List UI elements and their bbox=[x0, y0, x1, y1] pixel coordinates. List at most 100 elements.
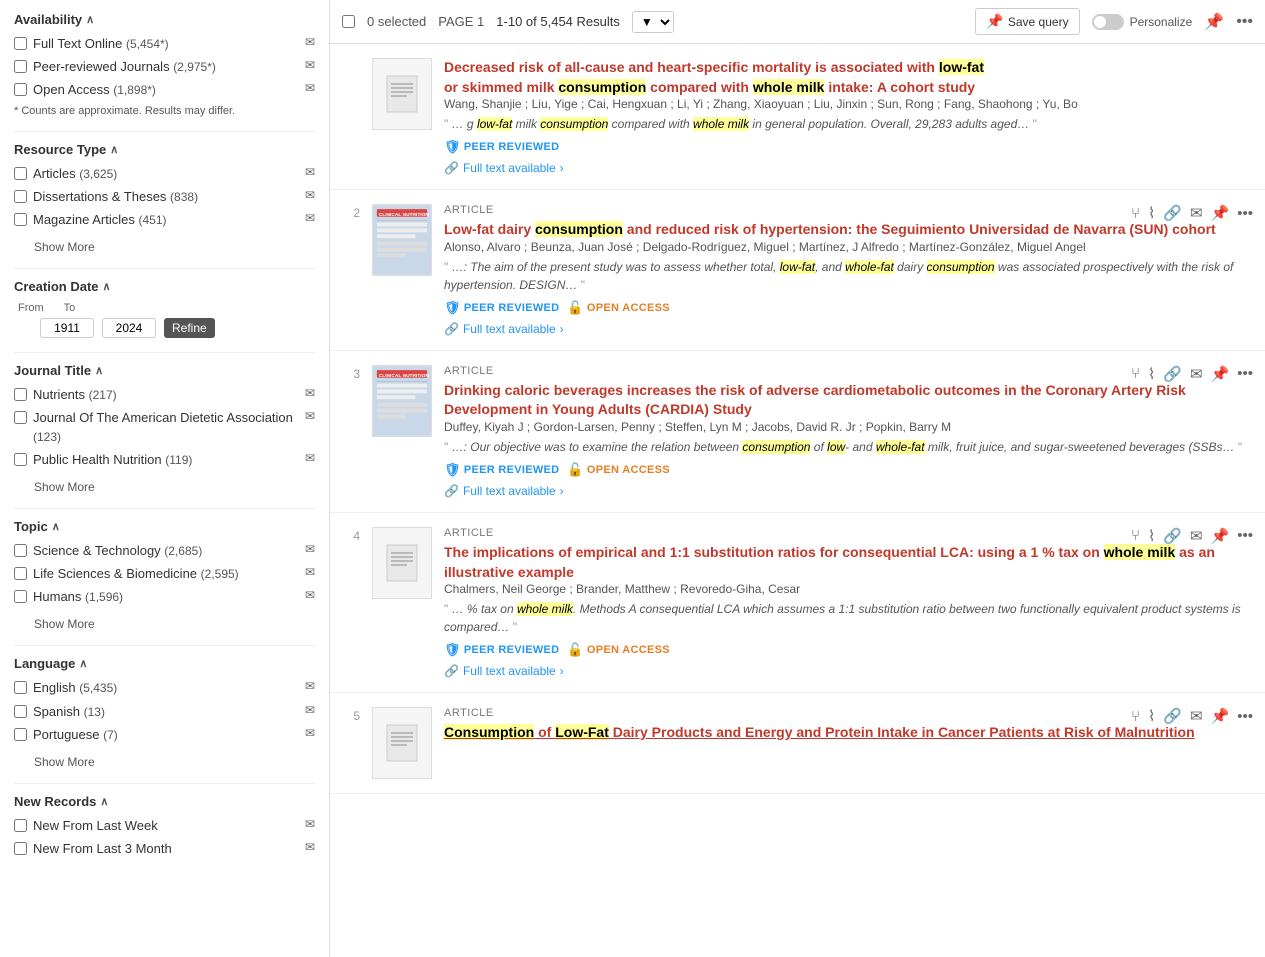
resource-type-show-more[interactable]: Show More bbox=[34, 240, 95, 254]
life-sciences-exclude-icon[interactable]: ✉ bbox=[305, 565, 315, 579]
magazine-articles-exclude-icon[interactable]: ✉ bbox=[305, 211, 315, 225]
link-copy-icon-2[interactable]: 🔗 bbox=[1163, 204, 1182, 222]
more-icon-5[interactable]: ••• bbox=[1237, 708, 1253, 725]
full-text-online-exclude-icon[interactable]: ✉ bbox=[305, 35, 315, 49]
save-icon-5[interactable]: 📌 bbox=[1211, 707, 1230, 725]
email-icon-5[interactable]: ✉ bbox=[1190, 707, 1203, 725]
availability-caret-icon[interactable]: ∧ bbox=[86, 13, 94, 26]
more-icon-2[interactable]: ••• bbox=[1237, 205, 1253, 222]
peer-reviewed-journals-exclude-icon[interactable]: ✉ bbox=[305, 58, 315, 72]
resource-type-caret-icon[interactable]: ∧ bbox=[110, 143, 118, 156]
cite-icon-2[interactable]: ⑂ bbox=[1131, 205, 1140, 222]
result-title-1[interactable]: Decreased risk of all-cause and heart-sp… bbox=[444, 59, 984, 95]
journal-title-caret-icon[interactable]: ∧ bbox=[95, 364, 103, 377]
language-show-more[interactable]: Show More bbox=[34, 755, 95, 769]
public-health-nutrition-exclude-icon[interactable]: ✉ bbox=[305, 451, 315, 465]
science-technology-checkbox[interactable] bbox=[14, 544, 27, 557]
creation-date-caret-icon[interactable]: ∧ bbox=[103, 280, 111, 293]
link-copy-icon-4[interactable]: 🔗 bbox=[1163, 527, 1182, 545]
cite-icon-4[interactable]: ⑂ bbox=[1131, 527, 1140, 544]
more-icon-3[interactable]: ••• bbox=[1237, 365, 1253, 382]
full-text-online-checkbox[interactable] bbox=[14, 37, 27, 50]
result-title-2[interactable]: Low-fat dairy consumption and reduced ri… bbox=[444, 221, 1216, 237]
more-icon-4[interactable]: ••• bbox=[1237, 527, 1253, 544]
save-icon-4[interactable]: 📌 bbox=[1211, 527, 1230, 545]
english-exclude-icon[interactable]: ✉ bbox=[305, 679, 315, 693]
articles-exclude-icon[interactable]: ✉ bbox=[305, 165, 315, 179]
cite-alt-icon-3[interactable]: ⌇ bbox=[1148, 365, 1155, 383]
portuguese-exclude-icon[interactable]: ✉ bbox=[305, 726, 315, 740]
cite-alt-icon-5[interactable]: ⌇ bbox=[1148, 707, 1155, 725]
topic-label: Topic bbox=[14, 519, 48, 534]
result-title-4[interactable]: The implications of empirical and 1:1 su… bbox=[444, 544, 1215, 580]
new-last-3-month-exclude-icon[interactable]: ✉ bbox=[305, 840, 315, 854]
journal-title-show-more[interactable]: Show More bbox=[34, 480, 95, 494]
spanish-exclude-icon[interactable]: ✉ bbox=[305, 703, 315, 717]
date-to-input[interactable] bbox=[102, 318, 156, 338]
english-checkbox[interactable] bbox=[14, 681, 27, 694]
journal-american-checkbox[interactable] bbox=[14, 411, 27, 424]
creation-date-section: Creation Date ∧ From To Refine bbox=[14, 279, 315, 338]
save-icon-2[interactable]: 📌 bbox=[1211, 204, 1230, 222]
more-options-icon[interactable]: ••• bbox=[1236, 13, 1253, 31]
resource-type-title: Resource Type ∧ bbox=[14, 142, 315, 157]
magazine-articles-checkbox[interactable] bbox=[14, 213, 27, 226]
humans-checkbox[interactable] bbox=[14, 590, 27, 603]
link-copy-icon-3[interactable]: 🔗 bbox=[1163, 365, 1182, 383]
bookmark-icon[interactable]: 📌 bbox=[1204, 12, 1224, 32]
language-caret-icon[interactable]: ∧ bbox=[79, 657, 87, 670]
open-access-icon-3: 🔓 bbox=[567, 462, 584, 478]
topic-caret-icon[interactable]: ∧ bbox=[52, 520, 60, 533]
open-access-exclude-icon[interactable]: ✉ bbox=[305, 81, 315, 95]
spanish-checkbox[interactable] bbox=[14, 705, 27, 718]
result-content-1: Decreased risk of all-cause and heart-sp… bbox=[444, 58, 1253, 175]
humans-exclude-icon[interactable]: ✉ bbox=[305, 588, 315, 602]
new-last-week-checkbox[interactable] bbox=[14, 819, 27, 832]
cite-icon-5[interactable]: ⑂ bbox=[1131, 708, 1140, 725]
filter-life-sciences: Life Sciences & Biomedicine (2,595) ✉ bbox=[14, 565, 315, 583]
articles-checkbox[interactable] bbox=[14, 167, 27, 180]
new-last-week-exclude-icon[interactable]: ✉ bbox=[305, 817, 315, 831]
personalize-toggle[interactable]: Personalize bbox=[1092, 14, 1193, 30]
email-icon-3[interactable]: ✉ bbox=[1190, 365, 1203, 383]
result-title-5[interactable]: Consumption of Low-Fat Dairy Products an… bbox=[444, 724, 1195, 740]
new-records-title: New Records ∧ bbox=[14, 794, 315, 809]
full-text-link-1[interactable]: 🔗 Full text available › bbox=[444, 161, 1253, 175]
full-text-link-4[interactable]: 🔗 Full text available › bbox=[444, 664, 1253, 678]
full-text-link-3[interactable]: 🔗 Full text available › bbox=[444, 484, 1253, 498]
link-copy-icon-5[interactable]: 🔗 bbox=[1163, 707, 1182, 725]
result-snippet-4: " … % tax on whole milk. Methods A conse… bbox=[444, 600, 1253, 636]
peer-reviewed-journals-checkbox[interactable] bbox=[14, 60, 27, 73]
result-title-3[interactable]: Drinking caloric beverages increases the… bbox=[444, 382, 1186, 418]
nutrients-exclude-icon[interactable]: ✉ bbox=[305, 386, 315, 400]
save-icon-3[interactable]: 📌 bbox=[1211, 365, 1230, 383]
personalize-switch[interactable] bbox=[1092, 14, 1124, 30]
cite-icon-3[interactable]: ⑂ bbox=[1131, 365, 1140, 382]
peer-reviewed-badge-3: 🛡 PEER REVIEWED bbox=[444, 462, 559, 478]
nutrients-checkbox[interactable] bbox=[14, 388, 27, 401]
open-access-checkbox[interactable] bbox=[14, 83, 27, 96]
full-text-online-label: Full Text Online (5,454*) bbox=[33, 35, 297, 53]
portuguese-checkbox[interactable] bbox=[14, 728, 27, 741]
date-refine-button[interactable]: Refine bbox=[164, 318, 215, 338]
email-icon-4[interactable]: ✉ bbox=[1190, 527, 1203, 545]
dissertations-exclude-icon[interactable]: ✉ bbox=[305, 188, 315, 202]
result-content-4: ARTICLE The implications of empirical an… bbox=[444, 527, 1253, 678]
cite-alt-icon-2[interactable]: ⌇ bbox=[1148, 204, 1155, 222]
new-last-3-month-checkbox[interactable] bbox=[14, 842, 27, 855]
email-icon-2[interactable]: ✉ bbox=[1190, 204, 1203, 222]
science-technology-exclude-icon[interactable]: ✉ bbox=[305, 542, 315, 556]
cite-alt-icon-4[interactable]: ⌇ bbox=[1148, 527, 1155, 545]
topic-show-more[interactable]: Show More bbox=[34, 617, 95, 631]
life-sciences-checkbox[interactable] bbox=[14, 567, 27, 580]
open-access-badge-4: 🔓 OPEN ACCESS bbox=[567, 642, 669, 658]
dissertations-checkbox[interactable] bbox=[14, 190, 27, 203]
public-health-nutrition-checkbox[interactable] bbox=[14, 453, 27, 466]
select-all-checkbox[interactable] bbox=[342, 15, 355, 28]
results-per-page-dropdown[interactable]: ▼ bbox=[632, 11, 674, 33]
full-text-link-2[interactable]: 🔗 Full text available › bbox=[444, 322, 1253, 336]
date-from-input[interactable] bbox=[40, 318, 94, 338]
journal-american-exclude-icon[interactable]: ✉ bbox=[305, 409, 315, 423]
save-query-button[interactable]: 📌 Save query bbox=[975, 8, 1079, 35]
new-records-caret-icon[interactable]: ∧ bbox=[100, 795, 108, 808]
